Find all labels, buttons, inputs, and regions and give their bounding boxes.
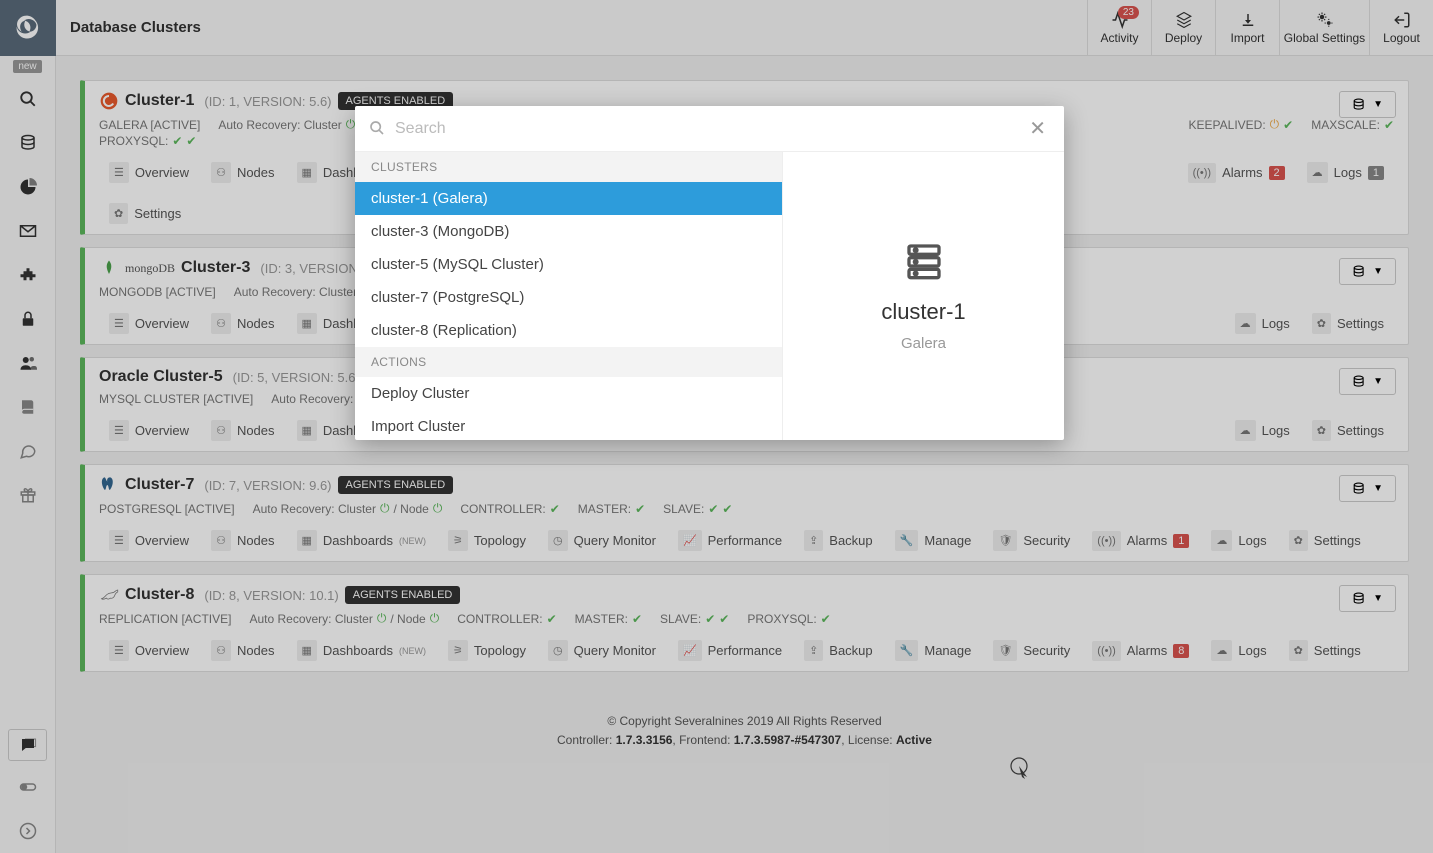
server-icon (904, 241, 944, 289)
search-result-item[interactable]: cluster-7 (PostgreSQL) (355, 281, 782, 314)
search-result-item[interactable]: cluster-1 (Galera) (355, 182, 782, 215)
search-result-item[interactable]: Import Cluster (355, 410, 782, 440)
actions-section-header: ACTIONS (355, 347, 782, 377)
search-detail-panel: cluster-1 Galera (783, 152, 1064, 440)
search-result-item[interactable]: cluster-5 (MySQL Cluster) (355, 248, 782, 281)
search-modal: ✕ CLUSTERS cluster-1 (Galera) cluster-3 … (355, 106, 1064, 440)
detail-subtitle: Galera (901, 335, 946, 352)
search-input[interactable] (395, 120, 1025, 138)
search-result-item[interactable]: Deploy Cluster (355, 377, 782, 410)
search-icon (369, 120, 385, 138)
search-result-item[interactable]: cluster-3 (MongoDB) (355, 215, 782, 248)
search-results-list[interactable]: CLUSTERS cluster-1 (Galera) cluster-3 (M… (355, 152, 783, 440)
clusters-section-header: CLUSTERS (355, 152, 782, 182)
search-result-item[interactable]: cluster-8 (Replication) (355, 314, 782, 347)
close-icon[interactable]: ✕ (1025, 116, 1050, 141)
detail-title: cluster-1 (881, 299, 965, 325)
